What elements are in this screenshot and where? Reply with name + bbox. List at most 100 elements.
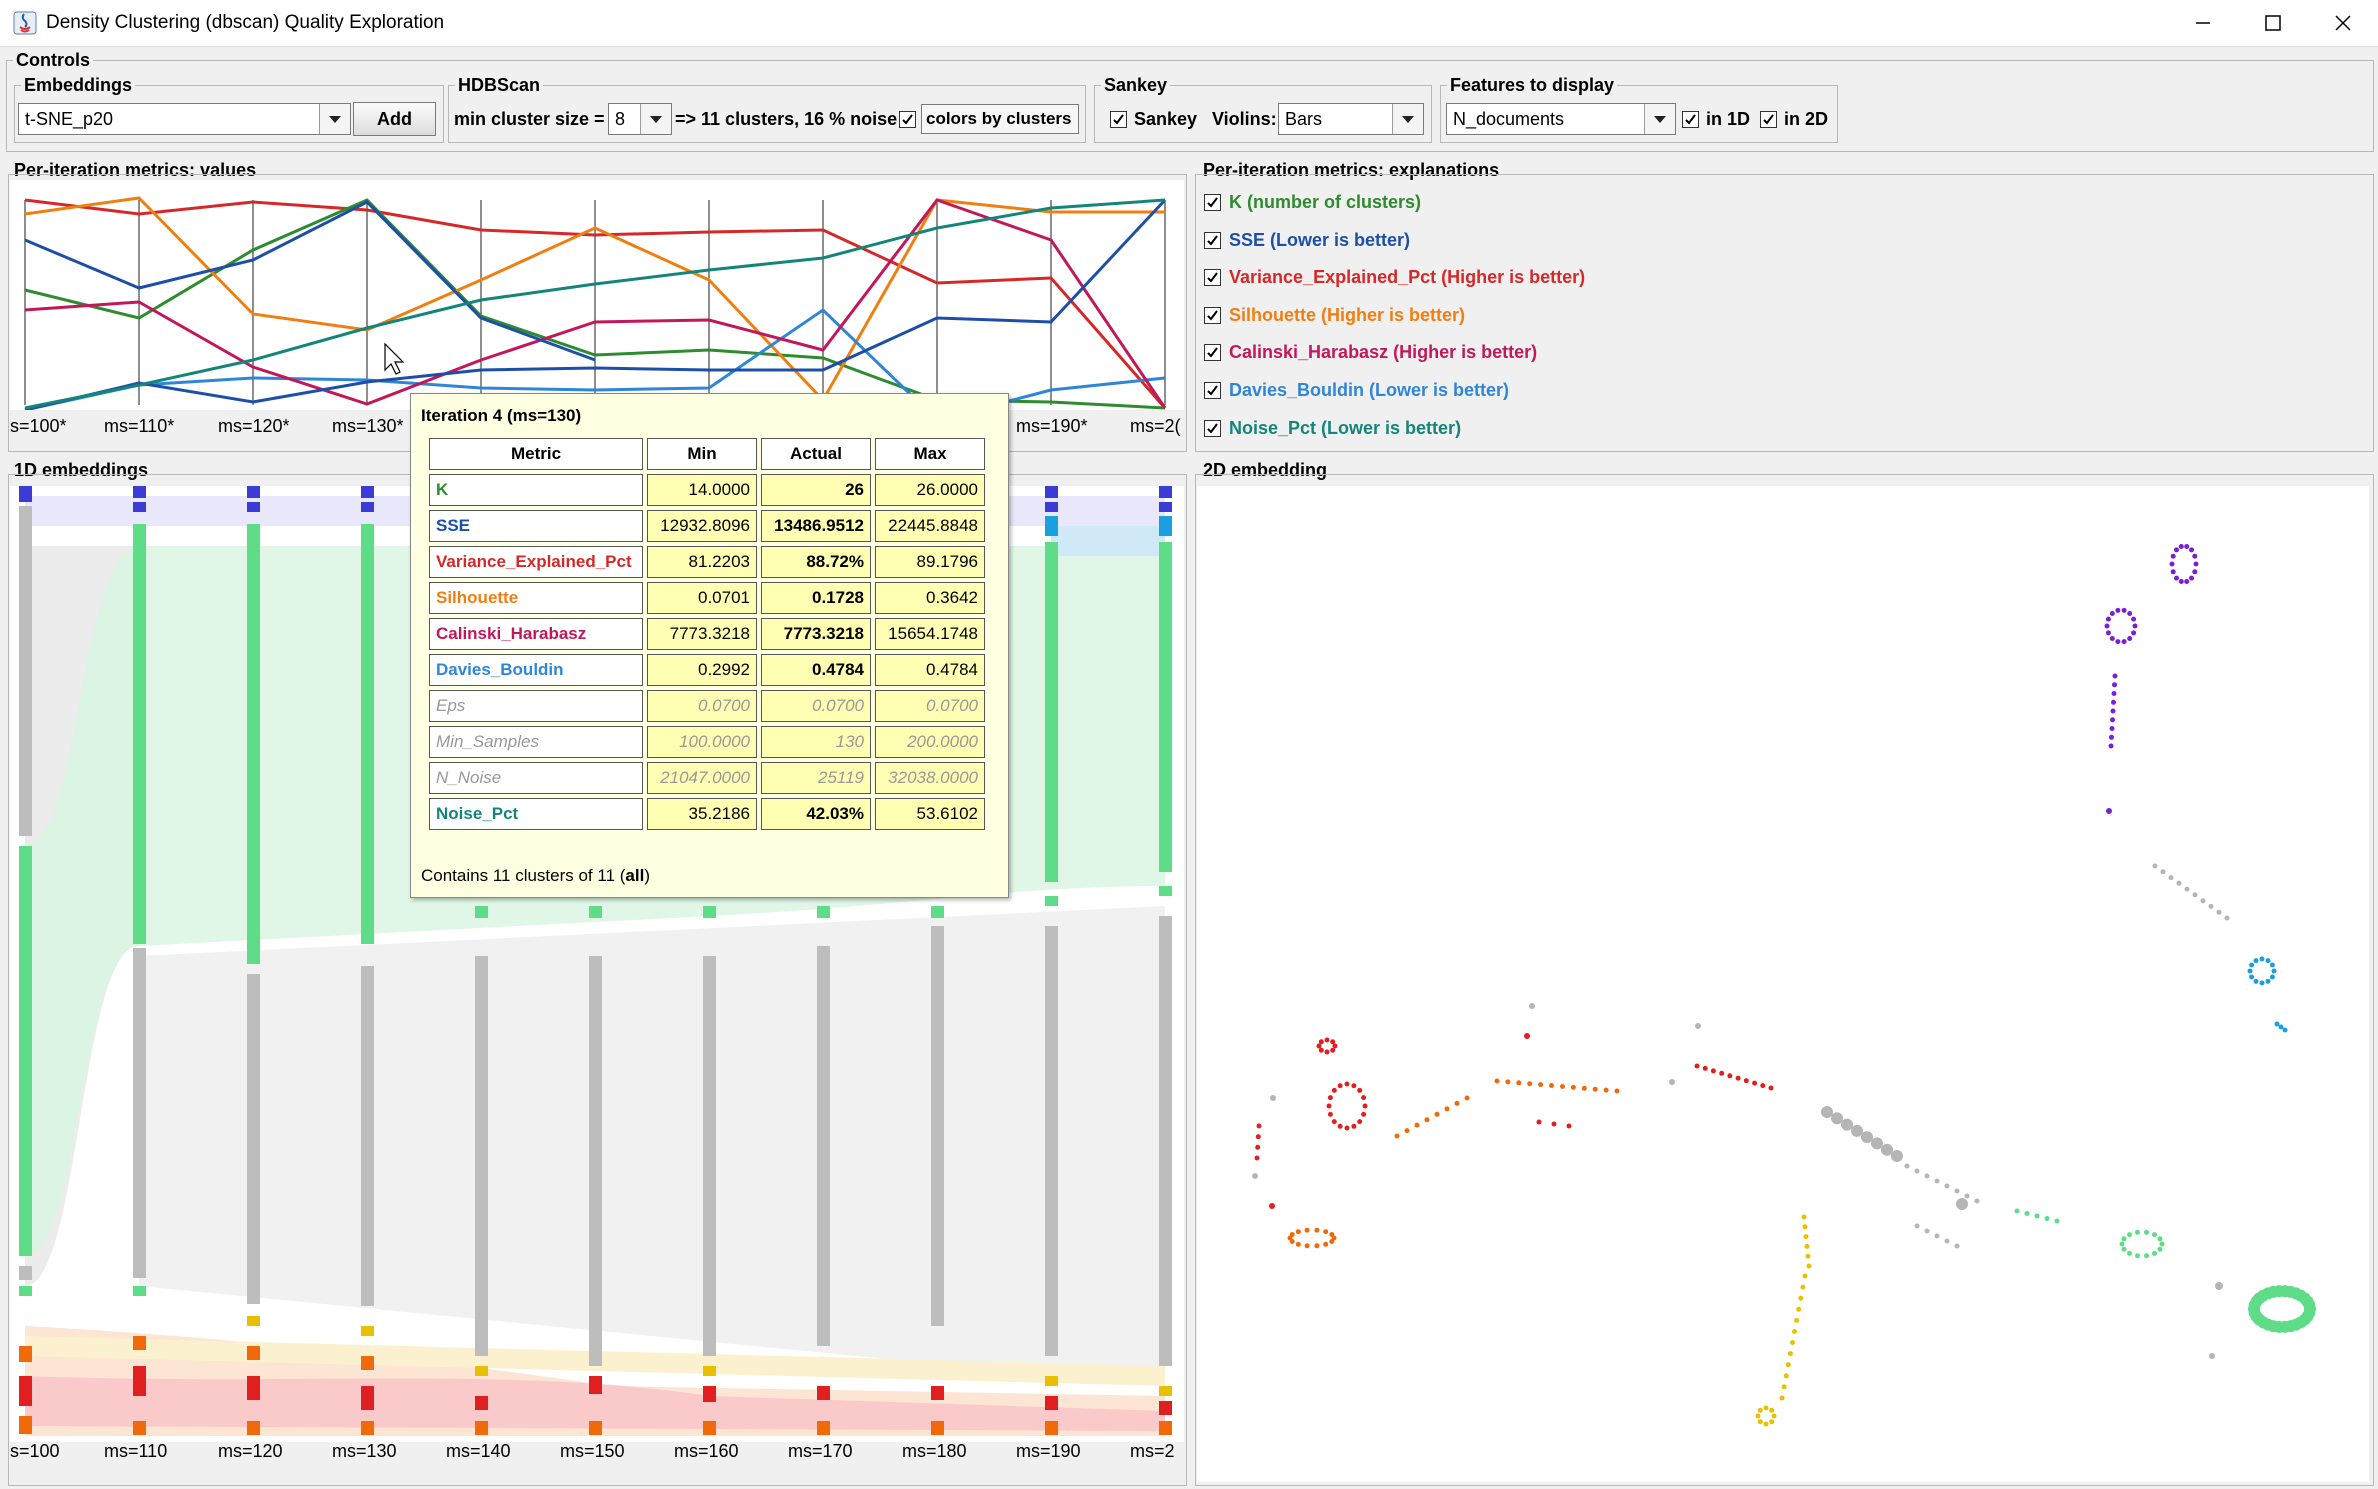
- scatter-point: [2111, 691, 2117, 696]
- scatter-point: [2189, 575, 2194, 581]
- scatter-point: [1956, 1198, 1968, 1210]
- close-button[interactable]: [2308, 0, 2378, 46]
- scatter-point: [2271, 968, 2277, 974]
- scatter-point: [2216, 909, 2222, 915]
- scatter-point: [1614, 1088, 1620, 1094]
- scatter-point: [1934, 1233, 1940, 1239]
- window-title: Density Clustering (dbscan) Quality Expl…: [46, 12, 445, 33]
- scatter-point: [1787, 1351, 1793, 1357]
- metric-toggle-checkbox[interactable]: [1204, 231, 1221, 249]
- scatter-point: [1760, 1083, 1766, 1089]
- table-row: Eps 0.0700 0.0700 0.0700: [429, 690, 985, 722]
- sankey-tick-label: ms=180: [902, 1441, 967, 1461]
- scatter-point: [1255, 1134, 1261, 1140]
- maximize-button[interactable]: [2238, 0, 2308, 46]
- scatter-point: [2282, 1027, 2288, 1033]
- sankey-tick-label: ms=150: [560, 1441, 625, 1461]
- metric-toggle-checkbox[interactable]: [1204, 419, 1221, 437]
- table-row: Min_Samples 100.0000 130 200.0000: [429, 726, 985, 758]
- scatter-point: [1255, 1144, 1261, 1150]
- min-cluster-size-label: min cluster size =: [454, 109, 605, 129]
- table-row: Silhouette 0.0701 0.1728 0.3642: [429, 582, 985, 614]
- colors-by-clusters-label[interactable]: colors by clusters: [921, 104, 1079, 134]
- min-cluster-size-select[interactable]: 8: [608, 103, 672, 135]
- metrics-line-chart[interactable]: [10, 180, 1184, 410]
- table-row: K 14.0000 26 26.0000: [429, 474, 985, 506]
- scatter-point: [1329, 1239, 1335, 1244]
- scatter-point: [1881, 1143, 1893, 1156]
- scatter-point: [2135, 1229, 2140, 1235]
- scatter-point: [1256, 1123, 1262, 1129]
- features-select[interactable]: N_documents: [1446, 103, 1676, 135]
- scatter-point: [1805, 1253, 1811, 1259]
- chevron-down-icon[interactable]: [640, 104, 671, 134]
- scatter-point: [1792, 1329, 1797, 1334]
- tooltip-cell-min: 14.0000: [647, 474, 757, 506]
- scatter-point: [1592, 1086, 1598, 1092]
- metric-toggle-checkbox[interactable]: [1204, 194, 1221, 211]
- metric-toggle-checkbox[interactable]: [1204, 344, 1221, 362]
- scatter-point: [2253, 958, 2259, 964]
- in-1d-label: in 1D: [1706, 109, 1751, 129]
- minimize-button[interactable]: [2168, 0, 2238, 46]
- scatter-point: [1549, 1083, 1554, 1088]
- tooltip-cell-max: 0.3642: [875, 582, 985, 614]
- tooltip-cell-max: 0.0700: [875, 690, 985, 722]
- embedding-2d-scatter[interactable]: [1197, 486, 2369, 1482]
- scatter-point: [2224, 915, 2230, 921]
- scatter-point: [2178, 579, 2184, 584]
- tooltip-footer-prefix: Contains 11 clusters of 11 (: [421, 866, 626, 885]
- add-embedding-button[interactable]: Add: [353, 102, 436, 136]
- scatter-point: [1769, 1419, 1775, 1425]
- scatter-point: [2193, 561, 2199, 567]
- tooltip-cell-actual: 130: [761, 726, 871, 758]
- table-row: SSE 12932.8096 13486.9512 22445.8848: [429, 510, 985, 542]
- sankey-tick-label: ms=140: [446, 1441, 511, 1461]
- scatter-point: [2105, 616, 2111, 622]
- scatter-point: [1755, 1413, 1761, 1419]
- scatter-point: [1538, 1082, 1544, 1088]
- scatter-point: [1904, 1163, 1910, 1169]
- tooltip-cell-metric: Eps: [429, 690, 643, 722]
- scatter-point: [1304, 1243, 1310, 1249]
- colors-by-clusters-checkbox[interactable]: [899, 111, 916, 128]
- metric-toggle-checkbox[interactable]: [1204, 382, 1221, 399]
- scatter-point: [1861, 1131, 1873, 1144]
- scatter-point: [2159, 1241, 2165, 1247]
- scatter-point: [2127, 1232, 2132, 1238]
- scatter-point: [1924, 1228, 1930, 1234]
- scatter-point: [1344, 1081, 1350, 1087]
- scatter-point: [1802, 1273, 1808, 1279]
- metric-toggle-checkbox[interactable]: [1204, 269, 1221, 287]
- tooltip-header-actual: Actual: [761, 438, 871, 470]
- scatter-point: [2127, 636, 2133, 641]
- scatter-point: [1790, 1340, 1795, 1345]
- scatter-point: [1551, 1121, 1557, 1127]
- metrics-tick-label: ms=120*: [218, 416, 290, 436]
- scatter-point: [2115, 607, 2121, 613]
- scatter-point: [1304, 1227, 1310, 1233]
- metric-toggle-checkbox[interactable]: [1204, 306, 1221, 324]
- scatter-point: [1851, 1124, 1863, 1137]
- chevron-down-icon[interactable]: [1392, 104, 1423, 134]
- scatter-point: [1324, 1037, 1330, 1043]
- embeddings-select[interactable]: t-SNE_p20: [18, 103, 351, 135]
- chevron-down-icon[interactable]: [1644, 104, 1675, 134]
- tooltip-cell-min: 7773.3218: [647, 618, 757, 650]
- scatter-point: [1768, 1085, 1774, 1091]
- scatter-point: [1494, 1078, 1500, 1084]
- violins-select[interactable]: Bars: [1278, 103, 1424, 135]
- in-2d-checkbox[interactable]: [1760, 111, 1777, 128]
- metrics-tick-label: ms=2(: [1130, 416, 1181, 436]
- chevron-down-icon[interactable]: [319, 104, 350, 134]
- sankey-checkbox[interactable]: [1110, 111, 1127, 128]
- in-2d-label: in 2D: [1784, 109, 1829, 129]
- scatter-point: [1719, 1070, 1725, 1076]
- scatter-point: [2170, 569, 2176, 575]
- tooltip-cell-min: 21047.0000: [647, 762, 757, 794]
- in-1d-checkbox[interactable]: [1682, 111, 1699, 128]
- metrics-tick-label: ms=190*: [1016, 416, 1088, 436]
- metric-explanation-label: Davies_Bouldin (Lower is better): [1229, 380, 1510, 400]
- scatter-point: [1529, 1003, 1535, 1009]
- scatter-point: [1332, 1043, 1338, 1049]
